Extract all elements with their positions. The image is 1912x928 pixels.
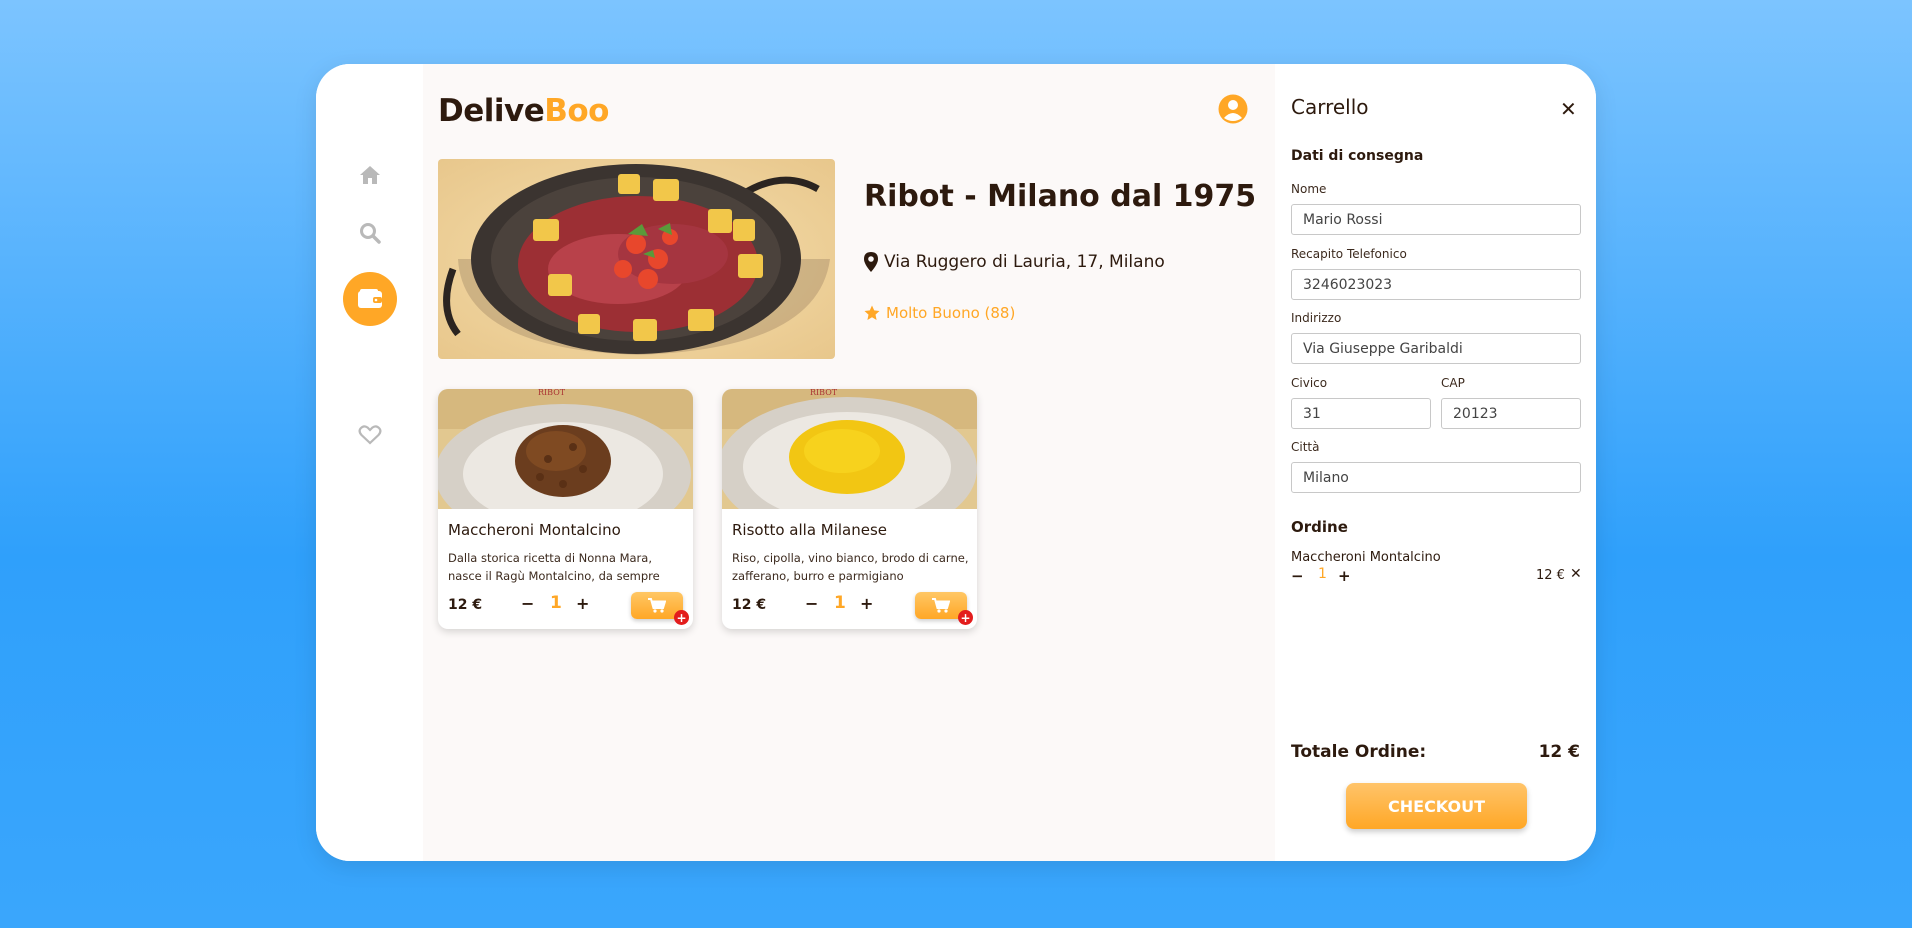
add-to-cart-button[interactable]: + [915, 592, 973, 625]
restaurant-image [438, 159, 835, 359]
indirizzo-label: Indirizzo [1291, 311, 1342, 325]
order-item-price: 12 € [1536, 568, 1565, 583]
phone-field[interactable] [1291, 269, 1581, 300]
qty-value: 1 [834, 593, 846, 613]
nome-field[interactable] [1291, 204, 1581, 235]
restaurant-rating: Molto Buono (88) [864, 304, 1015, 322]
dish-image: RIBOT [438, 389, 693, 509]
dish-image: RIBOT [722, 389, 977, 509]
sidebar [316, 64, 423, 861]
plus-badge-icon: + [958, 610, 973, 625]
menu-item-card: RIBOT Risotto alla Milanese Riso, cipoll… [722, 389, 977, 629]
add-to-cart-button[interactable]: + [631, 592, 689, 625]
dish-description: Dalla storica ricetta di Nonna Mara, nas… [448, 551, 660, 583]
city-field[interactable] [1291, 462, 1581, 493]
delivery-section-title: Dati di consegna [1291, 148, 1424, 164]
citta-label: Città [1291, 440, 1320, 454]
heart-icon[interactable] [316, 420, 423, 450]
checkout-button[interactable]: CHECKOUT [1346, 783, 1527, 829]
wallet-icon [358, 289, 382, 308]
order-qty-increase-button[interactable]: + [1338, 567, 1351, 585]
star-icon [864, 305, 880, 320]
wallet-nav-item[interactable] [343, 272, 397, 326]
cap-label: CAP [1441, 376, 1465, 390]
cap-field[interactable] [1441, 398, 1581, 429]
menu-item-card: RIBOT Maccheroni Montalcino Dalla storic… [438, 389, 693, 629]
restaurant-address: Via Ruggero di Lauria, 17, Milano [864, 252, 1165, 272]
dish-name: Risotto alla Milanese [732, 521, 888, 539]
nome-label: Nome [1291, 182, 1327, 196]
svg-text:RIBOT: RIBOT [810, 389, 838, 397]
restaurant-name: Ribot - Milano dal 1975 [864, 179, 1257, 214]
cart-panel: Carrello ✕ Dati di consegna Nome Recapit… [1275, 64, 1596, 861]
civico-label: Civico [1291, 376, 1328, 390]
total-value: 12 € [1538, 742, 1580, 762]
svg-text:RIBOT: RIBOT [538, 389, 566, 397]
qty-value: 1 [550, 593, 562, 613]
dish-description: Riso, cipolla, vino bianco, brodo di car… [732, 551, 969, 583]
cart-title: Carrello [1291, 95, 1369, 119]
qty-increase-button[interactable]: + [860, 594, 873, 613]
tel-label: Recapito Telefonico [1291, 247, 1407, 261]
home-icon[interactable] [316, 160, 423, 190]
dish-price: 12 € [732, 597, 767, 613]
close-icon[interactable]: ✕ [1560, 97, 1577, 121]
app-logo[interactable]: DeliveBoo [438, 93, 609, 129]
cart-icon [932, 598, 950, 613]
order-item-name: Maccheroni Montalcino [1291, 550, 1441, 565]
cart-icon [648, 598, 666, 613]
order-qty-value: 1 [1318, 566, 1327, 582]
total-label: Totale Ordine: [1291, 742, 1427, 762]
user-circle-icon[interactable] [1218, 94, 1248, 124]
dish-name: Maccheroni Montalcino [448, 521, 621, 539]
qty-decrease-button[interactable]: − [521, 594, 534, 613]
remove-item-icon[interactable]: ✕ [1570, 566, 1582, 582]
qty-decrease-button[interactable]: − [805, 594, 818, 613]
search-icon[interactable] [316, 218, 423, 248]
order-section-title: Ordine [1291, 518, 1348, 536]
order-qty-decrease-button[interactable]: − [1291, 567, 1304, 585]
main-content: DeliveBoo Ribot - Milano dal 1975 Via Ru… [423, 64, 1275, 861]
qty-increase-button[interactable]: + [576, 594, 589, 613]
dish-price: 12 € [448, 597, 483, 613]
plus-badge-icon: + [674, 610, 689, 625]
app-window: DeliveBoo Ribot - Milano dal 1975 Via Ru… [316, 64, 1596, 861]
civico-field[interactable] [1291, 398, 1431, 429]
address-field[interactable] [1291, 333, 1581, 364]
map-marker-icon [864, 252, 878, 272]
